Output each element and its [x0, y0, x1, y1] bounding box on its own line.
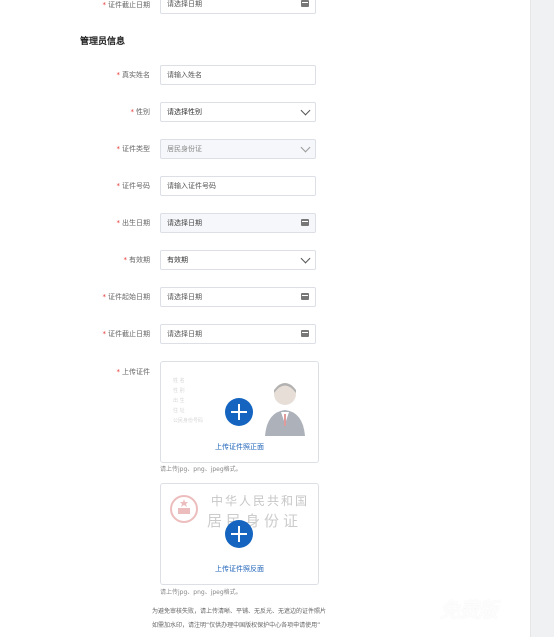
person-portrait-icon	[265, 383, 305, 436]
calendar-icon	[301, 293, 309, 300]
top-end-date-label: * 证件截止日期	[102, 1, 151, 9]
required-mark: *	[102, 293, 107, 301]
required-mark: *	[116, 368, 121, 376]
real-name-input[interactable]	[167, 66, 309, 84]
upload-back-hint: 请上传jpg、png、jpeg格式。	[160, 589, 242, 596]
upload-back[interactable]: 中华人民共和国 居民身份证 上传证件照反面	[160, 483, 319, 585]
validity-label: * 有效期	[123, 256, 151, 264]
id-number-field[interactable]	[160, 176, 316, 196]
end-date-input[interactable]	[167, 325, 309, 343]
required-mark: *	[116, 219, 121, 227]
chevron-down-icon	[300, 142, 311, 153]
chevron-down-icon	[300, 253, 311, 264]
upload-back-text[interactable]: 上传证件照反面	[161, 564, 318, 574]
upload-front-hint: 请上传jpg、png、jpeg格式。	[160, 466, 242, 473]
national-emblem-icon	[170, 495, 198, 523]
upload-note-line-2: 如需加水印，请注明“仅供办理中国版权保护中心各项申请使用”	[152, 622, 321, 629]
card-back-title: 中华人民共和国	[211, 494, 310, 508]
validity-value: 有效期	[167, 256, 188, 264]
top-end-date-input[interactable]	[167, 0, 309, 13]
calendar-icon	[301, 330, 309, 337]
id-number-input[interactable]	[167, 177, 309, 195]
id-type-label: * 证件类型	[116, 145, 151, 153]
end-date-picker[interactable]	[160, 324, 316, 344]
calendar-icon	[301, 0, 309, 7]
id-number-label: * 证件号码	[116, 182, 151, 190]
plus-icon[interactable]	[225, 398, 253, 426]
card-back-subtitle: 居民身份证	[207, 512, 303, 530]
upload-front-text[interactable]: 上传证件照正面	[161, 442, 318, 452]
upload-label: * 上传证件	[116, 368, 151, 376]
form-panel: *证件截止日期 管理员信息 *真实姓名 *性别 请选择性别 *证件类型 居民身份…	[0, 0, 530, 637]
watermark: 免费版	[440, 598, 498, 622]
required-mark: *	[102, 330, 107, 338]
start-date-picker[interactable]	[160, 287, 316, 307]
gender-select[interactable]: 请选择性别	[160, 102, 316, 122]
birth-date-label: * 出生日期	[116, 219, 151, 227]
gender-select-value: 请选择性别	[167, 108, 202, 116]
real-name-label: * 真实姓名	[116, 71, 151, 79]
gender-label: * 性别	[130, 108, 151, 116]
required-mark: *	[130, 108, 135, 116]
section-title: 管理员信息	[80, 37, 126, 47]
page-background-strip	[530, 0, 554, 637]
upload-note-line-1: 为避免审核失败，请上传清晰、平铺、无反光、无遮边的证件照片	[152, 608, 327, 615]
validity-select[interactable]: 有效期	[160, 250, 316, 270]
required-mark: *	[116, 182, 121, 190]
end-date-label: * 证件截止日期	[102, 330, 151, 338]
id-type-select: 居民身份证	[160, 139, 316, 159]
required-mark: *	[116, 71, 121, 79]
birth-date-picker[interactable]: 请选择日期	[160, 213, 316, 233]
required-mark: *	[123, 256, 128, 264]
birth-date-value: 请选择日期	[167, 219, 202, 227]
calendar-icon	[301, 219, 309, 226]
chevron-down-icon	[300, 105, 311, 116]
start-date-label: * 证件起始日期	[102, 293, 151, 301]
start-date-input[interactable]	[167, 288, 309, 306]
required-mark: *	[102, 1, 107, 9]
id-type-value: 居民身份证	[167, 145, 202, 153]
required-mark: *	[116, 145, 121, 153]
top-end-date-picker[interactable]	[160, 0, 316, 14]
upload-front[interactable]: 姓 名 性 别 出 生 住 址 公民身份号码 上传证件照正面	[160, 361, 319, 463]
real-name-field[interactable]	[160, 65, 316, 85]
plus-icon[interactable]	[225, 520, 253, 548]
